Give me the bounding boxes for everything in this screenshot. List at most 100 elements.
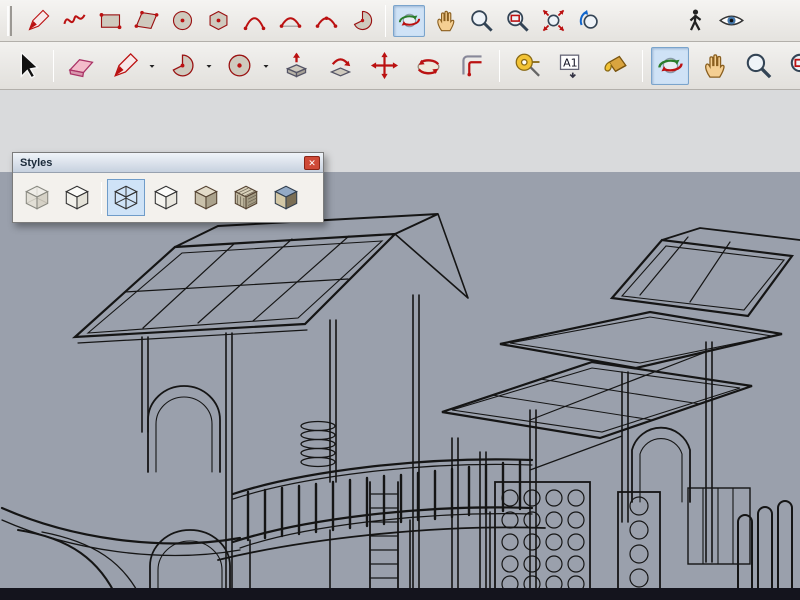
pan-tool[interactable] bbox=[429, 5, 461, 37]
rectangle-tool[interactable] bbox=[94, 5, 126, 37]
wireframe-style-icon bbox=[111, 183, 141, 212]
toolbar-main: A1 bbox=[0, 42, 800, 90]
two-point-arc-tool[interactable] bbox=[274, 5, 306, 37]
styles-dialog: Styles ✕ bbox=[12, 152, 324, 223]
arc-tool[interactable] bbox=[163, 47, 201, 85]
zoom-tool[interactable] bbox=[465, 5, 497, 37]
freehand-tool[interactable] bbox=[58, 5, 90, 37]
arc3-icon bbox=[313, 7, 340, 34]
bottom-band bbox=[0, 588, 800, 600]
svg-text:A1: A1 bbox=[563, 57, 577, 70]
toolbar-separator bbox=[499, 50, 500, 82]
zoomwin-icon bbox=[787, 50, 800, 81]
tape-icon bbox=[512, 50, 543, 81]
select-tool[interactable] bbox=[7, 47, 45, 85]
push-pull-tool[interactable] bbox=[277, 47, 315, 85]
previous-view-tool[interactable] bbox=[573, 5, 605, 37]
arc-icon bbox=[241, 7, 268, 34]
monochrome-style-icon bbox=[271, 183, 301, 212]
line-tool-dropdown[interactable] bbox=[145, 50, 158, 82]
rect-icon bbox=[97, 7, 124, 34]
style-back-edges[interactable] bbox=[58, 179, 96, 216]
dimtext-icon: A1 bbox=[556, 50, 587, 81]
pie-tool[interactable] bbox=[346, 5, 378, 37]
orbit-icon bbox=[655, 50, 686, 81]
pie-icon bbox=[349, 7, 376, 34]
zoom-tool[interactable] bbox=[739, 47, 777, 85]
orbit-icon bbox=[396, 7, 423, 34]
eraser-tool[interactable] bbox=[62, 47, 100, 85]
zoom-window-tool[interactable] bbox=[501, 5, 533, 37]
look-around-tool[interactable] bbox=[715, 5, 747, 37]
circle-icon bbox=[224, 50, 255, 81]
circle-icon bbox=[169, 7, 196, 34]
circle-tool[interactable] bbox=[220, 47, 258, 85]
style-shaded-with-textures[interactable] bbox=[227, 179, 265, 216]
sketchup-window: A1 bbox=[0, 0, 800, 600]
three-point-arc-tool[interactable] bbox=[310, 5, 342, 37]
paint-icon bbox=[600, 50, 631, 81]
polygon-icon bbox=[205, 7, 232, 34]
freehand-icon bbox=[61, 7, 88, 34]
pie-icon bbox=[167, 50, 198, 81]
move-tool[interactable] bbox=[365, 47, 403, 85]
rotate-icon bbox=[413, 50, 444, 81]
followme-icon bbox=[325, 50, 356, 81]
prevview-icon bbox=[576, 7, 603, 34]
dropdown-icon bbox=[147, 61, 157, 71]
polygon-tool[interactable] bbox=[202, 5, 234, 37]
line-tool[interactable] bbox=[106, 47, 144, 85]
shaded-style-icon bbox=[191, 183, 221, 212]
offset-icon bbox=[457, 50, 488, 81]
style-wireframe[interactable] bbox=[107, 179, 145, 216]
zoom-window-tool[interactable] bbox=[783, 47, 800, 85]
zoom-extents-tool[interactable] bbox=[537, 5, 569, 37]
toolbar-separator bbox=[53, 50, 54, 82]
styles-dialog-body bbox=[13, 173, 323, 222]
style-x-ray[interactable] bbox=[18, 179, 56, 216]
styles-dialog-titlebar[interactable]: Styles ✕ bbox=[13, 153, 323, 173]
rotated-rectangle-tool[interactable] bbox=[130, 5, 162, 37]
pan-tool[interactable] bbox=[695, 47, 733, 85]
walk-tool[interactable] bbox=[679, 5, 711, 37]
look-icon bbox=[718, 7, 745, 34]
walk-icon bbox=[682, 7, 709, 34]
arc-tool[interactable] bbox=[238, 5, 270, 37]
pan-icon bbox=[699, 50, 730, 81]
offset-tool[interactable] bbox=[453, 47, 491, 85]
move-icon bbox=[369, 50, 400, 81]
toolbar-draw-camera bbox=[0, 0, 800, 42]
follow-me-tool[interactable] bbox=[321, 47, 359, 85]
arc2-icon bbox=[277, 7, 304, 34]
rotate-tool[interactable] bbox=[409, 47, 447, 85]
back-edges-style-icon bbox=[62, 183, 92, 212]
orbit-tool[interactable] bbox=[651, 47, 689, 85]
dimension-text-tool[interactable]: A1 bbox=[552, 47, 590, 85]
x-ray-style-icon bbox=[22, 183, 52, 212]
styles-separator bbox=[101, 182, 102, 214]
styles-dialog-title: Styles bbox=[20, 157, 52, 169]
select-icon bbox=[11, 50, 42, 81]
line-tool[interactable] bbox=[22, 5, 54, 37]
viewport[interactable]: Styles ✕ bbox=[0, 90, 800, 600]
shaded-with-textures-style-icon bbox=[231, 183, 261, 212]
circle-tool-dropdown[interactable] bbox=[259, 50, 272, 82]
arc-tool-dropdown[interactable] bbox=[202, 50, 215, 82]
hidden-line-style-icon bbox=[151, 183, 181, 212]
circle-tool[interactable] bbox=[166, 5, 198, 37]
toolbar-separator bbox=[642, 50, 643, 82]
eraser-icon bbox=[66, 50, 97, 81]
background-ground bbox=[0, 172, 800, 600]
toolbar-separator bbox=[385, 5, 386, 37]
paint-bucket-tool[interactable] bbox=[596, 47, 634, 85]
rrect-icon bbox=[133, 7, 160, 34]
close-icon[interactable]: ✕ bbox=[304, 156, 320, 170]
style-hidden-line[interactable] bbox=[147, 179, 185, 216]
style-shaded[interactable] bbox=[187, 179, 225, 216]
style-monochrome[interactable] bbox=[267, 179, 305, 216]
orbit-tool[interactable] bbox=[393, 5, 425, 37]
tape-measure-tool[interactable] bbox=[508, 47, 546, 85]
pencil-icon bbox=[110, 50, 141, 81]
pan-icon bbox=[432, 7, 459, 34]
toolbar-grip[interactable] bbox=[7, 6, 12, 36]
